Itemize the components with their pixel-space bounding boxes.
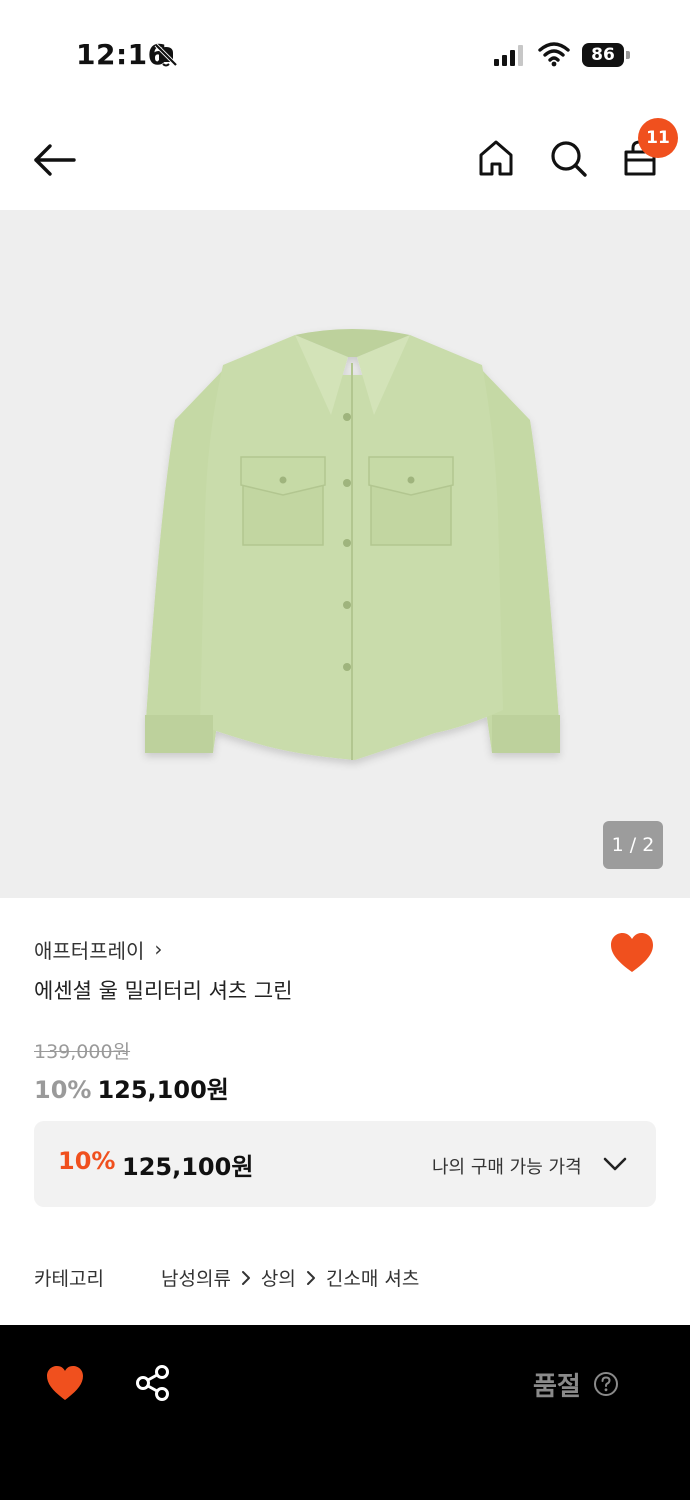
battery-tip <box>626 51 630 59</box>
chevron-down-icon <box>603 1157 627 1171</box>
brand-name: 애프터프레이 <box>34 938 145 963</box>
image-page-counter: 1 / 2 <box>603 821 663 869</box>
cart-count-badge: 11 <box>638 118 678 158</box>
heart-icon[interactable] <box>44 1363 86 1403</box>
my-price-value: 125,100원 <box>122 1153 254 1181</box>
my-price-discount: 10% <box>58 1147 116 1175</box>
original-price: 139,000원 <box>34 1041 131 1063</box>
breadcrumb: 남성의류 상의 긴소매 셔츠 <box>161 1264 419 1291</box>
heart-icon[interactable] <box>608 930 656 976</box>
breadcrumb-item[interactable]: 남성의류 <box>161 1264 231 1291</box>
signal-icon <box>494 45 523 66</box>
top-nav: 11 <box>0 110 690 210</box>
bell-off-icon <box>154 43 178 67</box>
category-label: 카테고리 <box>34 1268 104 1290</box>
breadcrumb-item[interactable]: 상의 <box>261 1264 296 1291</box>
my-purchase-price-dropdown[interactable]: 10% 125,100원 나의 구매 가능 가격 <box>34 1121 656 1207</box>
chevron-right-icon <box>306 1270 315 1285</box>
discount-rate: 10% <box>34 1076 92 1104</box>
back-arrow-icon[interactable] <box>32 140 78 180</box>
sale-price-row: 10% 125,100원 <box>34 1070 229 1105</box>
sold-out-label: 품절 <box>533 1372 581 1402</box>
wifi-icon <box>538 42 570 67</box>
battery-level: 86 <box>582 43 624 67</box>
status-bar: 12:16 86 <box>0 0 690 110</box>
category-row: 카테고리 남성의류 상의 긴소매 셔츠 <box>34 1264 656 1294</box>
brand-link[interactable]: 애프터프레이 › <box>34 934 162 964</box>
shirt-photo <box>145 329 560 760</box>
home-icon[interactable] <box>476 138 516 178</box>
bottom-action-bar: 품절 <box>0 1325 690 1500</box>
product-image-gallery[interactable]: 1 / 2 <box>0 210 690 898</box>
battery-icon: 86 <box>582 43 630 67</box>
share-icon[interactable] <box>134 1363 172 1403</box>
help-icon[interactable] <box>593 1371 619 1397</box>
sale-price: 125,100원 <box>97 1076 229 1104</box>
chevron-right-icon <box>241 1270 250 1285</box>
product-name: 에센셜 울 밀리터리 셔츠 그린 <box>34 979 293 1003</box>
chevron-right-icon: › <box>154 937 163 961</box>
my-price-label: 나의 구매 가능 가격 <box>432 1157 582 1178</box>
breadcrumb-item[interactable]: 긴소매 셔츠 <box>326 1264 419 1291</box>
search-icon[interactable] <box>548 138 588 178</box>
